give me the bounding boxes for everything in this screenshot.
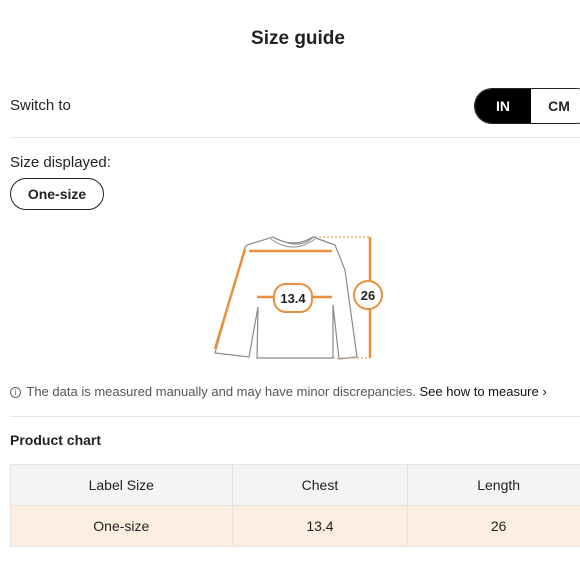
link-text: See how to measure	[419, 384, 539, 399]
table-header-row: Label Size Chest Length	[10, 464, 580, 506]
length-measure-value: 26	[353, 280, 383, 310]
info-icon: i	[10, 387, 21, 398]
product-chart-title: Product chart	[10, 432, 102, 448]
unit-toggle[interactable]: IN CM	[474, 88, 580, 124]
divider	[10, 416, 580, 417]
chevron-right-icon: ›	[542, 384, 547, 399]
unit-in-button[interactable]: IN	[475, 89, 531, 123]
unit-cm-button[interactable]: CM	[531, 89, 580, 123]
size-option-one-size[interactable]: One-size	[10, 178, 104, 210]
note-text: The data is measured manually and may ha…	[26, 384, 416, 399]
size-displayed-label: Size displayed:	[10, 154, 111, 171]
page-title: Size guide	[251, 28, 345, 49]
table-cell: 13.4	[231, 505, 409, 547]
divider	[10, 137, 580, 138]
table-cell: 26	[407, 505, 580, 547]
switch-label: Switch to	[10, 97, 71, 114]
measurement-note: i The data is measured manually and may …	[10, 384, 580, 399]
column-header: Chest	[231, 464, 409, 506]
chest-measure-value: 13.4	[273, 283, 313, 313]
size-table: Label Size Chest Length One-size 13.4 26	[10, 464, 580, 547]
column-header: Label Size	[10, 464, 233, 506]
unit-switch-row: Switch to IN CM	[10, 88, 580, 124]
see-how-to-measure-link[interactable]: See how to measure ›	[420, 384, 547, 399]
table-cell: One-size	[10, 505, 233, 547]
table-row: One-size 13.4 26	[10, 505, 580, 547]
garment-diagram: 13.4 26	[205, 225, 405, 370]
column-header: Length	[407, 464, 580, 506]
